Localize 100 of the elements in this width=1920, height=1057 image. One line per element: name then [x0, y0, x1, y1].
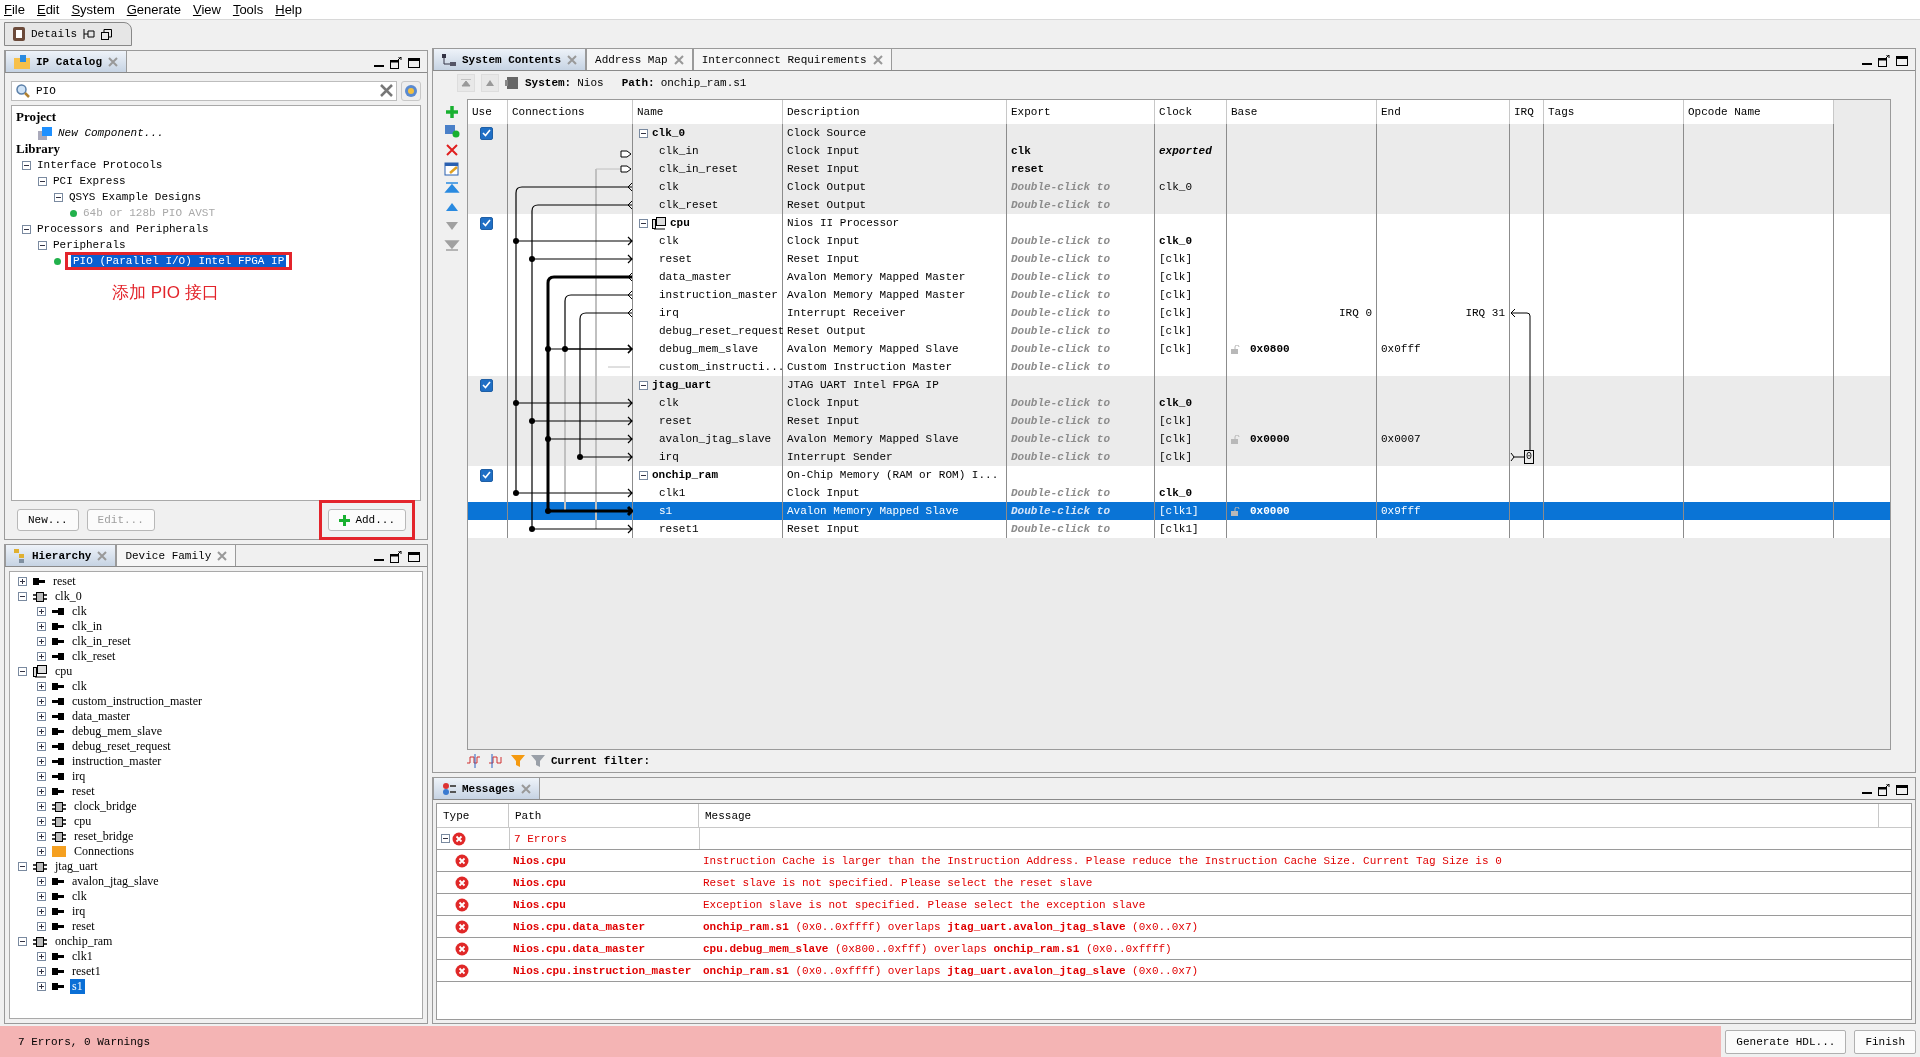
hierarchy-item[interactable]: jtag_uart — [53, 859, 100, 874]
table-row[interactable]: irq Interrupt Receiver Double-click to [clk] IRQ 0 IRQ 31 — [468, 304, 1890, 322]
hierarchy-item[interactable]: clk — [70, 889, 89, 904]
menu-item[interactable]: Generate — [126, 2, 181, 17]
table-row[interactable]: data_master Avalon Memory Mapped Master Double-click to [clk] — [468, 268, 1890, 286]
expand-icon[interactable] — [37, 847, 46, 856]
close-icon[interactable] — [217, 550, 228, 561]
add-component-icon[interactable] — [444, 124, 460, 138]
hierarchy-item[interactable]: clk_in — [70, 619, 104, 634]
table-row[interactable]: clk Clock Input Double-click to clk_0 — [468, 232, 1890, 250]
panel-tab[interactable]: Messages — [433, 777, 540, 799]
panel-tab[interactable]: Interconnect Requirements — [692, 48, 892, 70]
panel-button[interactable]: New... — [17, 509, 79, 531]
catalog-item[interactable]: PCI Express — [51, 175, 128, 187]
expand-icon[interactable] — [37, 982, 46, 991]
expand-icon[interactable] — [37, 637, 46, 646]
footer-button[interactable]: Generate HDL... — [1725, 1029, 1847, 1054]
menu-item[interactable]: System — [71, 2, 115, 17]
close-icon[interactable] — [872, 54, 883, 65]
catalog-item[interactable]: Interface Protocols — [35, 159, 165, 171]
panel-tab[interactable]: Address Map — [586, 48, 693, 70]
expand-icon[interactable] — [37, 787, 46, 796]
hierarchy-item[interactable]: clk1 — [70, 949, 95, 964]
hierarchy-item[interactable]: reset — [70, 784, 97, 799]
expand-icon[interactable] — [37, 877, 46, 886]
move-top-icon[interactable] — [444, 181, 460, 195]
collapse-icon[interactable] — [22, 224, 31, 234]
collapse-icon[interactable] — [38, 176, 47, 186]
column-header[interactable]: End — [1377, 100, 1510, 124]
search-field[interactable]: PIO — [11, 81, 397, 101]
collapse-icon[interactable] — [441, 834, 450, 843]
hierarchy-item[interactable]: clk_0 — [53, 589, 84, 604]
menu-item[interactable]: Edit — [36, 2, 60, 17]
panel-tab[interactable]: Device Family — [116, 544, 237, 566]
column-header[interactable]: Name — [633, 100, 783, 124]
waveform-icon[interactable] — [467, 754, 483, 768]
panel-tab[interactable]: IP Catalog — [5, 50, 127, 72]
remove-icon[interactable] — [444, 143, 460, 157]
collapse-icon[interactable] — [639, 380, 648, 390]
add-icon[interactable] — [444, 105, 460, 119]
expand-icon[interactable] — [37, 772, 46, 781]
table-row[interactable]: cpu Nios II Processor — [468, 214, 1890, 232]
expand-icon[interactable] — [37, 742, 46, 751]
expand-icon[interactable] — [37, 607, 46, 616]
edit-icon[interactable] — [444, 162, 460, 176]
expand-icon[interactable] — [37, 952, 46, 961]
column-header[interactable]: Type — [437, 804, 509, 827]
maximize-icon[interactable] — [408, 552, 420, 562]
collapse-icon[interactable] — [22, 160, 31, 170]
column-header[interactable]: Path — [509, 804, 699, 827]
waveform-icon[interactable] — [489, 754, 505, 768]
detach-icon[interactable] — [1878, 55, 1890, 67]
use-checkbox[interactable] — [480, 468, 493, 482]
collapse-icon[interactable] — [18, 862, 27, 871]
hierarchy-item[interactable]: instruction_master — [70, 754, 164, 769]
catalog-item[interactable]: New Component... — [56, 127, 166, 139]
use-checkbox[interactable] — [480, 378, 493, 392]
expand-icon[interactable] — [37, 727, 46, 736]
export-text[interactable]: clk — [1011, 145, 1031, 157]
settings-button[interactable] — [401, 81, 421, 101]
export-text[interactable]: reset — [1011, 163, 1044, 175]
expand-icon[interactable] — [37, 652, 46, 661]
panel-tab[interactable]: Hierarchy — [5, 544, 117, 566]
collapse-icon[interactable] — [18, 667, 27, 676]
detach-icon[interactable] — [390, 551, 402, 563]
collapse-icon[interactable] — [639, 470, 648, 480]
catalog-item[interactable]: PIO (Parallel I/O) Intel FPGA IP — [71, 255, 287, 267]
expand-icon[interactable] — [37, 922, 46, 931]
hierarchy-item[interactable]: irq — [70, 769, 88, 784]
hierarchy-item[interactable]: reset — [51, 574, 78, 589]
menu-item[interactable]: View — [192, 2, 221, 17]
hierarchy-item[interactable]: debug_mem_slave — [70, 724, 164, 739]
hierarchy-item[interactable]: reset_bridge — [72, 829, 136, 844]
hierarchy-item[interactable]: onchip_ram — [53, 934, 115, 949]
use-checkbox[interactable] — [480, 126, 493, 140]
collapse-icon[interactable] — [18, 592, 27, 601]
hierarchy-item[interactable]: reset1 — [70, 964, 103, 979]
expand-icon[interactable] — [37, 622, 46, 631]
add-button[interactable]: Add... — [328, 509, 406, 531]
expand-icon[interactable] — [37, 802, 46, 811]
use-checkbox[interactable] — [480, 216, 493, 230]
table-row[interactable]: onchip_ram On-Chip Memory (RAM or ROM) I... — [468, 466, 1890, 484]
collapse-icon[interactable] — [639, 218, 648, 228]
restore-icon[interactable] — [101, 28, 113, 40]
clear-icon[interactable] — [380, 84, 393, 97]
column-header[interactable]: Description — [783, 100, 1007, 124]
catalog-item[interactable]: Peripherals — [51, 239, 128, 251]
column-header[interactable]: Base — [1227, 100, 1377, 124]
hierarchy-item[interactable]: debug_reset_request — [70, 739, 173, 754]
hierarchy-item[interactable]: clk — [70, 679, 89, 694]
footer-button[interactable]: Finish — [1854, 1029, 1916, 1054]
hierarchy-item[interactable]: s1 — [70, 979, 85, 994]
catalog-item[interactable]: QSYS Example Designs — [67, 191, 204, 203]
collapse-icon[interactable] — [18, 937, 27, 946]
detach-icon[interactable] — [390, 57, 402, 69]
collapse-icon[interactable] — [38, 240, 47, 250]
expand-icon[interactable] — [37, 832, 46, 841]
hierarchy-item[interactable]: cpu — [72, 814, 94, 829]
column-header[interactable]: Message — [699, 804, 1879, 827]
close-icon[interactable] — [673, 54, 684, 65]
